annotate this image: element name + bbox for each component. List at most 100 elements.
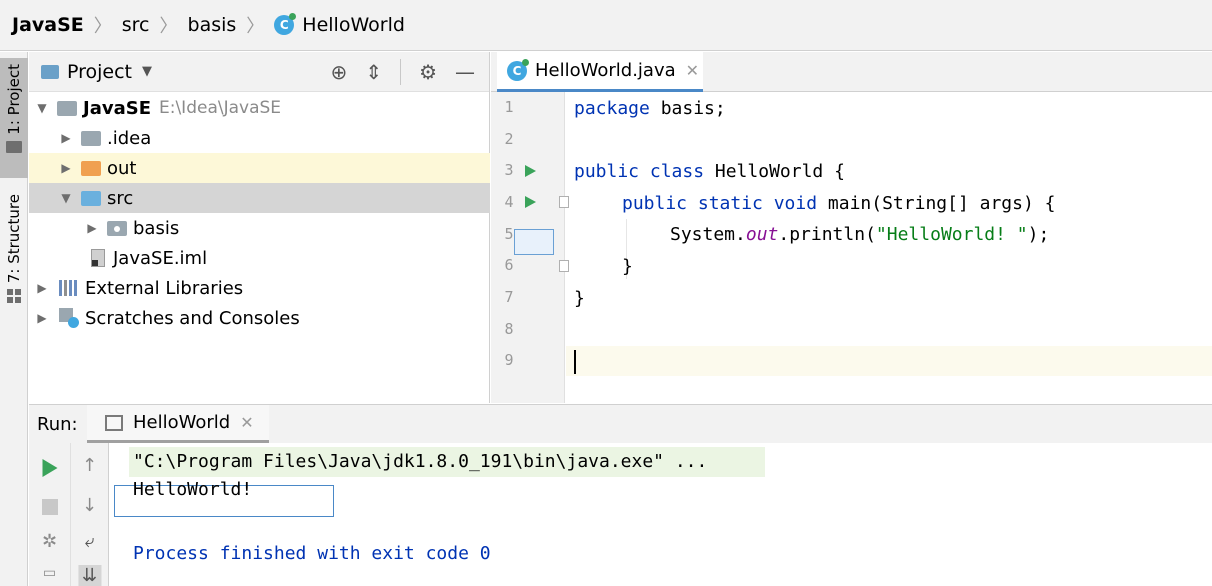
class-icon: C [274, 13, 297, 35]
scratches-icon [59, 308, 79, 328]
chevron-down-icon[interactable]: ▼ [33, 101, 51, 115]
tree-item-basis[interactable]: ▶ basis [29, 213, 490, 243]
string-literal: "HelloWorld! " [875, 224, 1028, 245]
output-folder-icon [81, 160, 101, 176]
run-toolbar-secondary: ↑ ↓ ⤶ ⇊ [71, 443, 109, 586]
package-icon [107, 220, 127, 236]
line-number: 6 [504, 256, 514, 274]
chevron-right-icon: 〉 [246, 16, 265, 37]
line-number: 3 [504, 161, 514, 179]
code-text: System. [670, 224, 746, 245]
tree-item-label: src [107, 187, 134, 209]
tab-structure[interactable]: 7: Structure [0, 188, 28, 308]
module-folder-icon [57, 100, 77, 116]
chevron-right-icon[interactable]: ▶ [57, 131, 75, 145]
run-main-button[interactable] [514, 229, 554, 255]
tree-item-label: External Libraries [85, 277, 244, 299]
gear-icon[interactable]: ⚙ [419, 60, 437, 84]
run-tab-helloworld[interactable]: HelloWorld ✕ [87, 405, 269, 443]
chevron-down-icon[interactable]: ▼ [57, 191, 75, 205]
chevron-right-icon[interactable]: ▶ [83, 221, 101, 235]
tree-item-external-libraries[interactable]: ▶ External Libraries [29, 273, 490, 303]
debug-bug-icon[interactable]: ✲ [42, 531, 57, 552]
tree-item-javase-iml[interactable]: JavaSE.iml [29, 243, 490, 273]
tree-item-src[interactable]: ▼ src [29, 183, 490, 213]
tree-item-label: Scratches and Consoles [85, 307, 300, 329]
line-number: 9 [504, 351, 514, 369]
project-panel-header: Project ▼ ⊕ ⇕ ⚙ — [29, 52, 489, 92]
code-line-4: public static void main(String[] args) { [622, 189, 1056, 219]
chevron-right-icon: 〉 [159, 16, 178, 37]
chevron-right-icon[interactable]: ▶ [57, 161, 75, 175]
line-gutter: 1 2 3 4 5 6 7 8 9 [491, 92, 569, 403]
breadcrumb: JavaSE 〉 src 〉 basis 〉 C HelloWorld [0, 0, 1212, 51]
chevron-right-icon[interactable]: ▶ [33, 281, 51, 295]
project-view-icon [41, 64, 59, 79]
tree-item-idea[interactable]: ▶ .idea [29, 123, 490, 153]
tree-item-label: JavaSE [83, 97, 151, 119]
project-panel: Project ▼ ⊕ ⇕ ⚙ — ▼ JavaSE E:\Idea\JavaS… [29, 52, 490, 403]
line-number: 2 [504, 130, 514, 148]
stop-icon[interactable] [41, 499, 58, 515]
tab-helloworld-java[interactable]: C HelloWorld.java ✕ [497, 52, 703, 92]
layout-icon[interactable]: ▭ [43, 565, 56, 581]
close-icon[interactable]: ✕ [686, 61, 699, 80]
tree-item-scratches[interactable]: ▶ Scratches and Consoles [29, 303, 490, 333]
wrap-icon[interactable]: ⤶ [84, 531, 94, 552]
tree-item-label: .idea [107, 127, 152, 149]
folder-icon [6, 140, 22, 153]
console-icon [105, 414, 123, 431]
tool-separator [400, 58, 402, 85]
up-icon[interactable]: ↑ [82, 455, 97, 476]
tab-structure-label: 7: Structure [5, 194, 23, 284]
tree-item-label: JavaSE.iml [113, 247, 208, 269]
code-area[interactable]: package basis; public class HelloWorld {… [566, 92, 1212, 403]
console-exit-line: Process finished with exit code 0 [133, 543, 491, 564]
console-output[interactable]: "C:\Program Files\Java\jdk1.8.0_191\bin\… [109, 443, 1212, 586]
code-line-7: } [574, 288, 585, 309]
left-tool-strip: 1: Project 7: Structure [0, 52, 28, 586]
current-line-highlight [566, 346, 1212, 376]
close-icon[interactable]: ✕ [240, 413, 253, 432]
line-number: 4 [504, 193, 514, 211]
code-text: main(String[] args) { [817, 193, 1056, 214]
rerun-icon[interactable] [42, 459, 57, 477]
tree-item-label: basis [133, 217, 180, 239]
keyword: package [574, 98, 650, 119]
class-icon: C [507, 58, 529, 81]
chevron-down-icon[interactable]: ▼ [142, 64, 152, 79]
chevron-right-icon: 〉 [93, 16, 112, 37]
run-main-icon[interactable] [525, 196, 536, 208]
run-class-icon[interactable] [525, 165, 536, 177]
code-line-5: System.out.println("HelloWorld! "); [670, 220, 1049, 250]
breadcrumb-project[interactable]: JavaSE [12, 14, 84, 36]
breadcrumb-src[interactable]: src [122, 14, 150, 36]
static-field: out [745, 224, 779, 245]
chevron-right-icon[interactable]: ▶ [33, 311, 51, 325]
project-panel-tools: ⊕ ⇕ ⚙ — [331, 58, 489, 85]
breadcrumb-file[interactable]: HelloWorld [302, 14, 405, 36]
code-line-3: public class HelloWorld { [574, 157, 845, 187]
minimize-icon[interactable]: — [455, 60, 475, 84]
scroll-end-icon[interactable]: ⇊ [77, 565, 102, 586]
tab-project[interactable]: 1: Project [0, 58, 28, 178]
line-number: 7 [504, 288, 514, 306]
editor-tab-label: HelloWorld.java [535, 60, 676, 81]
target-icon[interactable]: ⊕ [331, 60, 348, 84]
tree-item-javase[interactable]: ▼ JavaSE E:\Idea\JavaSE [29, 93, 490, 123]
run-tab-label: HelloWorld [133, 412, 231, 433]
library-icon [59, 280, 77, 296]
console-output-line: HelloWorld! [133, 479, 253, 500]
project-panel-title[interactable]: Project [67, 61, 132, 83]
down-icon[interactable]: ↓ [82, 495, 97, 516]
code-editor: C HelloWorld.java ✕ 1 2 3 4 5 6 7 8 9 pa… [491, 52, 1212, 403]
tree-item-label: out [107, 157, 137, 179]
tree-item-path: E:\Idea\JavaSE [158, 98, 282, 118]
tree-item-out[interactable]: ▶ out [29, 153, 490, 183]
breadcrumb-package[interactable]: basis [188, 14, 237, 36]
collapse-icon[interactable]: ⇕ [365, 60, 382, 84]
text-caret [574, 350, 576, 374]
line-number: 8 [504, 320, 514, 338]
console-command-line: "C:\Program Files\Java\jdk1.8.0_191\bin\… [129, 447, 765, 477]
run-toolbar-primary: ✲ ▭ [29, 443, 71, 586]
